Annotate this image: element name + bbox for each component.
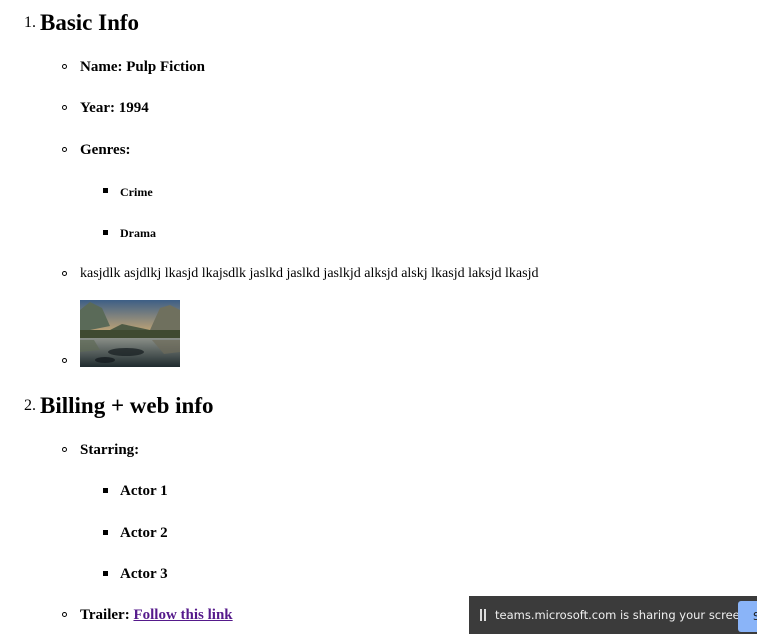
square-bullet-icon xyxy=(103,571,108,576)
trailer-link[interactable]: Follow this link xyxy=(133,607,232,623)
screen-share-bar: teams.microsoft.com is sharing your scre… xyxy=(469,596,757,634)
square-bullet-icon xyxy=(103,230,108,235)
section-number: 2. xyxy=(24,397,36,414)
section-number: 1. xyxy=(24,14,36,31)
circle-bullet-icon xyxy=(62,271,67,276)
actor-item: Actor 2 xyxy=(120,525,168,541)
circle-bullet-icon xyxy=(62,105,67,110)
description-text: kasjdlk asjdlkj lkasjd lkajsdlk jaslkd j… xyxy=(80,266,539,281)
section-title-billing-web-info: Billing + web info xyxy=(40,393,214,418)
square-bullet-icon xyxy=(103,488,108,493)
section-title-basic-info: Basic Info xyxy=(40,10,140,35)
square-bullet-icon xyxy=(103,188,108,193)
page: 1. Basic Info Name: Pulp Fiction Year: 1… xyxy=(0,0,757,634)
trailer-row: Trailer: Follow this link xyxy=(80,608,233,623)
actor-item: Actor 1 xyxy=(120,483,168,499)
actor-item: Actor 3 xyxy=(120,566,168,582)
circle-bullet-icon xyxy=(62,358,67,363)
screen-share-message: teams.microsoft.com is sharing your scre… xyxy=(495,608,751,622)
genres-label: Genres: xyxy=(80,142,131,158)
landscape-image xyxy=(80,300,180,367)
landscape-image-graphic xyxy=(80,300,180,367)
genre-item: Drama xyxy=(120,226,156,240)
square-bullet-icon xyxy=(103,530,108,535)
genre-item: Crime xyxy=(120,185,153,199)
movie-name: Name: Pulp Fiction xyxy=(80,59,205,75)
movie-year: Year: 1994 xyxy=(80,100,149,116)
starring-label: Starring: xyxy=(80,442,140,458)
circle-bullet-icon xyxy=(62,147,67,152)
pause-icon[interactable] xyxy=(479,609,487,621)
circle-bullet-icon xyxy=(62,612,67,617)
trailer-label: Trailer: xyxy=(80,607,130,623)
stop-sharing-button[interactable]: S xyxy=(738,601,757,632)
circle-bullet-icon xyxy=(62,447,67,452)
circle-bullet-icon xyxy=(62,64,67,69)
